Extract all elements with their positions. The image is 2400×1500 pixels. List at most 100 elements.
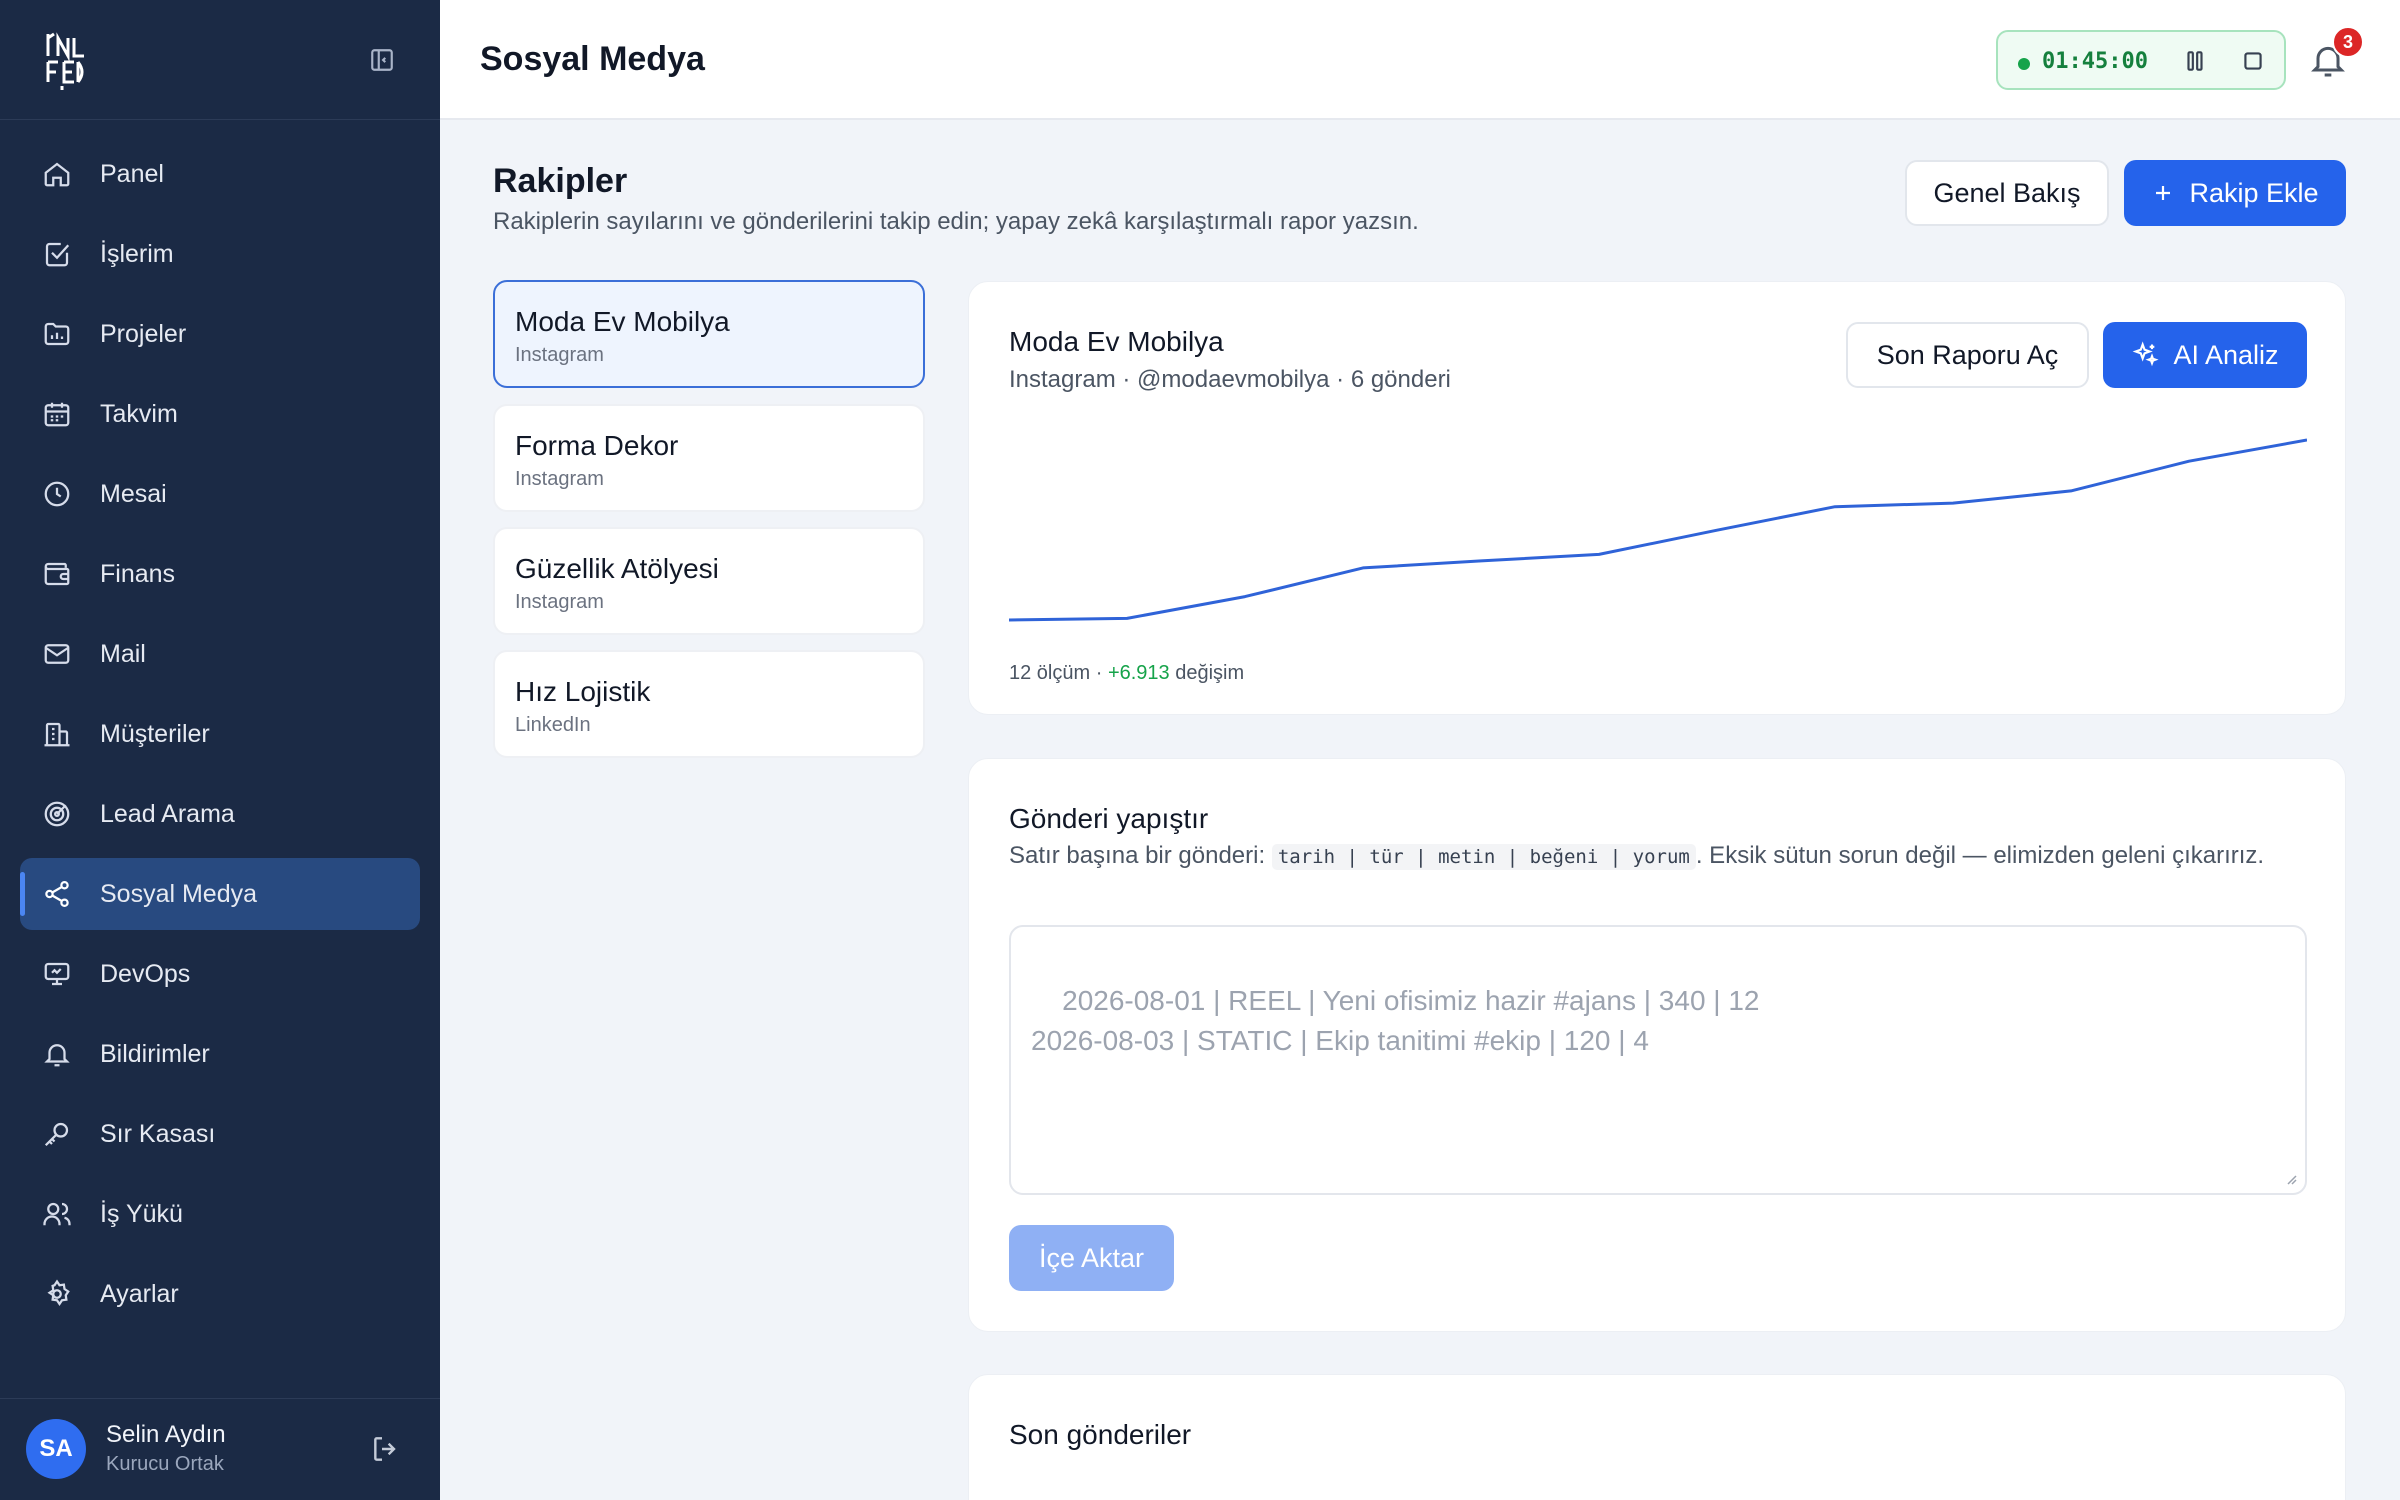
posts-textarea[interactable]: 2026-08-01 | REEL | Yeni ofisimiz hazir … (1009, 925, 2307, 1195)
stop-icon[interactable] (2240, 48, 2266, 74)
building-icon (40, 717, 74, 751)
sidebar-item-label: Projeler (100, 319, 187, 348)
add-competitor-button[interactable]: Rakip Ekle (2124, 160, 2346, 226)
change-suffix: değişim (1169, 662, 1245, 684)
paste-title: Gönderi yapıştır (1009, 803, 1209, 834)
key-icon (40, 1117, 74, 1151)
sidebar: Panel İşlerim Projeler Takvim Mesai Fina… (0, 0, 440, 1500)
collapse-sidebar-button[interactable] (366, 44, 398, 76)
competitor-detail-meta: Instagram · @modaevmobilya · 6 gönderi (1009, 366, 1451, 393)
chip-text: metin (1438, 846, 1496, 868)
user-role: Kurucu Ortak (106, 1453, 224, 1475)
sidebar-item-projeler[interactable]: Projeler (20, 298, 420, 370)
sidebar-item-label: Lead Arama (100, 799, 235, 828)
sidebar-item-musteriler[interactable]: Müşteriler (20, 698, 420, 770)
paste-posts-card: Gönderi yapıştır Satır başına bir gönder… (968, 758, 2346, 1332)
work-timer: 01:45:00 (1996, 30, 2286, 90)
open-last-report-label: Son Raporu Aç (1876, 339, 2059, 370)
competitor-name: Moda Ev Mobilya (515, 306, 730, 337)
sidebar-item-ayarlar[interactable]: Ayarlar (20, 1258, 420, 1330)
competitor-platform: LinkedIn (515, 714, 591, 736)
folder-chart-icon (40, 317, 74, 351)
sidebar-item-islerim[interactable]: İşlerim (20, 218, 420, 290)
sidebar-header (0, 0, 440, 120)
competitor-item[interactable]: Forma Dekor Instagram (493, 404, 925, 512)
target-icon (40, 797, 74, 831)
user-name: Selin Aydın (106, 1421, 226, 1448)
competitor-platform: Instagram (515, 591, 604, 613)
page-title: Sosyal Medya (480, 40, 705, 78)
sidebar-item-label: İşlerim (100, 239, 174, 268)
sidebar-item-devops[interactable]: DevOps (20, 938, 420, 1010)
sidebar-item-label: Mesai (100, 479, 167, 508)
chart-summary: 12 ölçüm · +6.913 değişim (1009, 662, 1244, 685)
sidebar-item-bildirimler[interactable]: Bildirimler (20, 1018, 420, 1090)
avatar[interactable]: SA (26, 1419, 86, 1479)
timer-status-dot (2018, 58, 2030, 70)
mail-icon (40, 637, 74, 671)
recent-posts-title: Son gönderiler (1009, 1419, 1192, 1450)
chip-sep: | (1609, 846, 1622, 868)
wallet-icon (40, 557, 74, 591)
sidebar-item-mesai[interactable]: Mesai (20, 458, 420, 530)
competitor-name: Forma Dekor (515, 430, 679, 461)
sidebar-item-is-yuku[interactable]: İş Yükü (20, 1178, 420, 1250)
sidebar-item-label: İş Yükü (100, 1199, 183, 1228)
sparkles-icon (2133, 341, 2160, 367)
import-button-label: İçe Aktar (1038, 1242, 1145, 1273)
timer-value: 01:45:00 (2042, 49, 2148, 74)
sidebar-item-finans[interactable]: Finans (20, 538, 420, 610)
sidebar-nav: Panel İşlerim Projeler Takvim Mesai Fina… (20, 138, 420, 1338)
ai-analysis-label: AI Analiz (2173, 339, 2279, 370)
bell-icon (40, 1037, 74, 1071)
check-square-icon (40, 237, 74, 271)
sidebar-item-sosyal-medya[interactable]: Sosyal Medya (20, 858, 420, 930)
chip-likes: beğeni (1529, 846, 1599, 868)
logo-icon (46, 32, 84, 90)
competitor-name: Hız Lojistik (515, 676, 651, 707)
sidebar-item-mail[interactable]: Mail (20, 618, 420, 690)
change-value: +6.913 (1107, 662, 1170, 684)
monitor-icon (40, 957, 74, 991)
sidebar-item-label: Ayarlar (100, 1279, 179, 1308)
sidebar-item-label: Sır Kasası (100, 1119, 216, 1148)
competitor-item[interactable]: Moda Ev Mobilya Instagram (493, 280, 925, 388)
sidebar-item-panel[interactable]: Panel (20, 138, 420, 210)
overview-button[interactable]: Genel Bakış (1905, 160, 2109, 226)
pause-icon[interactable] (2182, 48, 2208, 74)
gear-icon (40, 1277, 74, 1311)
chip-date: tarih (1277, 846, 1336, 868)
sidebar-item-sir-kasasi[interactable]: Sır Kasası (20, 1098, 420, 1170)
sidebar-item-label: Müşteriler (100, 719, 210, 748)
clock-icon (40, 477, 74, 511)
sidebar-item-takvim[interactable]: Takvim (20, 378, 420, 450)
sidebar-item-label: Bildirimler (100, 1039, 210, 1068)
competitor-platform: Instagram (515, 468, 604, 490)
sidebar-item-label: Mail (100, 639, 146, 668)
user-panel: SA Selin Aydın Kurucu Ortak (0, 1398, 440, 1500)
logout-icon[interactable] (370, 1433, 402, 1465)
share-icon (40, 877, 74, 911)
competitor-detail-name: Moda Ev Mobilya (1009, 326, 1224, 357)
competitor-item[interactable]: Güzellik Atölyesi Instagram (493, 527, 925, 635)
column-format-chip: tarih | tür | metin | beğeni | yorum (1271, 844, 1696, 870)
section-title: Rakipler (493, 162, 628, 200)
home-icon (40, 157, 74, 191)
import-button[interactable]: İçe Aktar (1009, 1225, 1174, 1291)
chart-series-line (1009, 438, 2307, 622)
overview-button-label: Genel Bakış (1933, 177, 2081, 208)
sidebar-item-label: Sosyal Medya (100, 879, 258, 908)
add-competitor-label: Rakip Ekle (2189, 177, 2319, 208)
calendar-icon (40, 397, 74, 431)
paste-description: Satır başına bir gönderi: tarih | tür | … (1009, 839, 2269, 874)
competitor-item[interactable]: Hız Lojistik LinkedIn (493, 650, 925, 758)
resize-handle-icon[interactable] (2283, 1171, 2297, 1185)
sidebar-item-lead-arama[interactable]: Lead Arama (20, 778, 420, 850)
open-last-report-button[interactable]: Son Raporu Aç (1846, 322, 2089, 388)
chip-sep: | (1506, 846, 1519, 868)
sidebar-item-label: DevOps (100, 959, 191, 988)
competitor-name: Güzellik Atölyesi (515, 553, 719, 584)
follower-trend-chart (1009, 438, 2307, 622)
chip-sep: | (1415, 846, 1427, 868)
ai-analysis-button[interactable]: AI Analiz (2103, 322, 2307, 388)
